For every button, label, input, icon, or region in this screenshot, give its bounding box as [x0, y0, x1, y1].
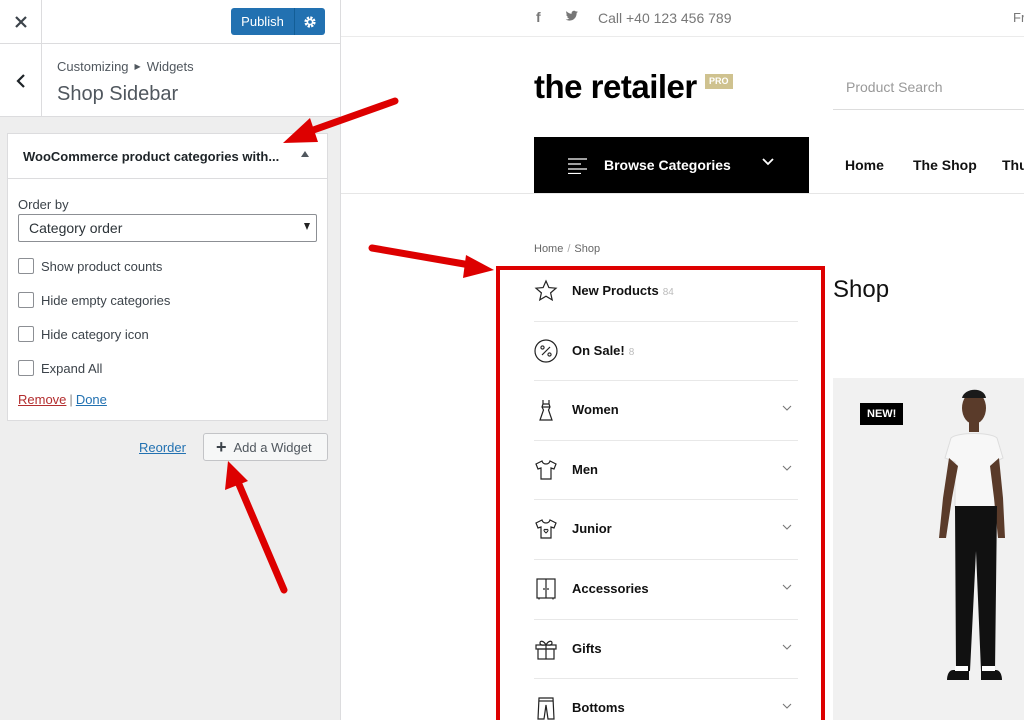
product-model-image [939, 389, 1005, 680]
widget-header[interactable]: WooCommerce product categories with... [8, 134, 327, 179]
breadcrumb-customizing: Customizing [57, 59, 129, 74]
publish-settings-button[interactable] [295, 8, 325, 35]
add-widget-label: Add a Widget [233, 439, 312, 455]
collapse-arrow-icon[interactable] [301, 151, 309, 157]
checkbox[interactable] [18, 326, 34, 342]
twitter-icon[interactable] [565, 9, 579, 27]
browse-categories-label: Browse Categories [604, 157, 731, 173]
dropdown-arrow-icon [304, 223, 310, 230]
remove-link[interactable]: Remove [18, 392, 66, 407]
orderby-label: Order by [18, 197, 69, 212]
site-logo[interactable]: the retailer [534, 68, 697, 106]
shop-breadcrumb: Home / Shop [534, 243, 600, 255]
product-search-input[interactable]: Product Search [833, 66, 1024, 110]
breadcrumb-separator: / [567, 243, 571, 255]
option-show-product-counts[interactable]: Show product counts [18, 258, 318, 276]
phone-number: Call +40 123 456 789 [598, 10, 732, 26]
close-customizer-button[interactable] [0, 0, 42, 44]
nav-home[interactable]: Home [845, 157, 884, 173]
done-link[interactable]: Done [76, 392, 107, 407]
customizer-topbar: Publish [0, 0, 340, 44]
nav-item-cut-off[interactable]: Thu [1002, 157, 1024, 173]
actions-separator: | [69, 392, 73, 407]
product-card-image[interactable]: NEW! [833, 378, 1024, 720]
gear-icon [304, 15, 316, 28]
option-label: Hide empty categories [41, 293, 171, 308]
add-widget-button[interactable]: + Add a Widget [203, 433, 328, 461]
checkbox[interactable] [18, 292, 34, 308]
customizer-breadcrumb: Customizing ▶ Widgets [57, 59, 194, 74]
widget-actions: Remove | Done [18, 392, 107, 407]
chevron-left-icon [15, 73, 25, 88]
option-label: Expand All [41, 361, 103, 376]
publish-button-group: Publish [231, 8, 325, 35]
option-label: Show product counts [41, 259, 163, 274]
browse-categories-button[interactable]: Browse Categories [534, 137, 809, 193]
section-title: Shop Sidebar [57, 83, 179, 105]
option-expand-all[interactable]: Expand All [18, 360, 318, 378]
publish-button[interactable]: Publish [231, 8, 295, 35]
back-button[interactable] [0, 44, 42, 117]
divider [341, 193, 1024, 194]
page-title: Shop [833, 276, 890, 303]
checkbox[interactable] [18, 258, 34, 274]
breadcrumb-shop: Shop [574, 243, 601, 255]
orderby-selected-value: Category order [29, 220, 123, 236]
option-hide-category-icon[interactable]: Hide category icon [18, 326, 318, 344]
breadcrumb-home[interactable]: Home [534, 243, 563, 255]
triangle-right-icon: ▶ [134, 62, 141, 71]
topbar-right-link[interactable]: Fr [1013, 10, 1024, 25]
menu-lines-icon [568, 158, 587, 174]
option-label: Hide category icon [41, 327, 149, 342]
option-hide-empty-categories[interactable]: Hide empty categories [18, 292, 318, 310]
close-icon [14, 16, 27, 28]
section-header: Customizing ▶ Widgets Shop Sidebar [0, 44, 340, 117]
chevron-down-icon [762, 158, 774, 166]
orderby-select[interactable]: Category order [18, 214, 317, 242]
widget-title: WooCommerce product categories with... [23, 149, 280, 164]
facebook-icon[interactable]: f [536, 9, 541, 25]
customizer-panel: Publish Customizing ▶ Widgets Shop Sidebar… [0, 0, 341, 720]
breadcrumb-widgets: Widgets [146, 59, 194, 74]
reorder-link[interactable]: Reorder [139, 440, 186, 455]
plus-icon: + [216, 437, 227, 457]
nav-the-shop[interactable]: The Shop [913, 157, 977, 173]
annotation-highlight-box [496, 266, 825, 720]
divider [341, 36, 1024, 37]
checkbox[interactable] [18, 360, 34, 376]
logo-pro-badge: PRO [705, 74, 733, 89]
widget-card: WooCommerce product categories with... O… [7, 133, 328, 421]
